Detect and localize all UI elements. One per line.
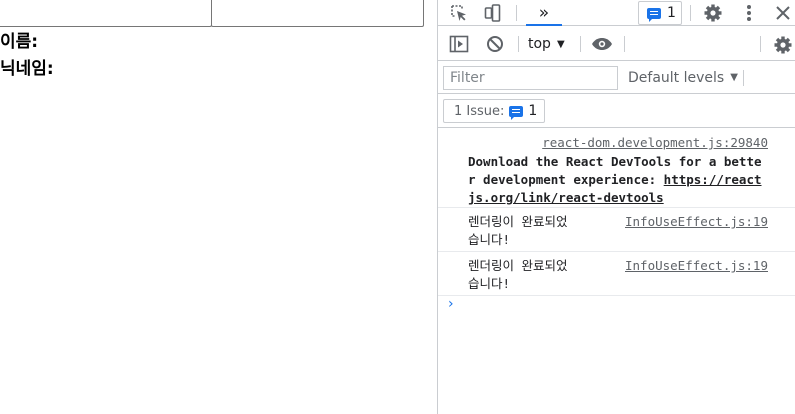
toolbar-divider — [518, 36, 519, 52]
console-prompt[interactable]: › — [448, 296, 454, 312]
message-source-link[interactable]: InfoUseEffect.js:19 — [625, 257, 768, 275]
message-icon — [647, 7, 661, 22]
caret-down-icon: ▼ — [730, 72, 738, 83]
clear-console-icon[interactable] — [484, 34, 506, 54]
console-settings-gear-icon[interactable] — [772, 34, 794, 56]
message-text-line: 렌더링이 완료되었 — [468, 258, 568, 273]
issues-count: 1 — [528, 103, 538, 119]
device-toolbar-icon[interactable] — [481, 3, 503, 23]
console-message: 렌더링이 완료되었 InfoUseEffect.js:19 습니다! — [438, 252, 795, 296]
toolbar-divider — [690, 5, 691, 21]
close-icon[interactable] — [772, 2, 794, 24]
console-message: react-dom.development.js:29840 Download … — [438, 128, 795, 208]
context-label: top — [528, 36, 551, 52]
active-tab-indicator — [526, 24, 562, 26]
more-options-icon[interactable] — [738, 2, 760, 24]
default-levels-label: Default levels — [628, 69, 725, 86]
message-text-line: 습니다! — [468, 276, 511, 291]
context-selector[interactable]: top ▼ — [528, 27, 565, 61]
name-input[interactable] — [0, 0, 212, 27]
inspect-element-icon[interactable] — [448, 3, 470, 23]
toolbar-divider — [624, 36, 625, 52]
issues-button[interactable]: 1 Issue: 1 — [443, 99, 545, 123]
more-tabs-button[interactable]: » — [526, 0, 562, 26]
nickname-label: 닉네임: — [0, 59, 54, 79]
nickname-input[interactable] — [211, 0, 424, 27]
name-label: 이름: — [0, 32, 39, 52]
filter-bar: Default levels ▼ — [438, 61, 795, 94]
message-icon — [509, 105, 524, 120]
message-text: Download the React DevTools for a better… — [468, 153, 768, 207]
console-messages: react-dom.development.js:29840 Download … — [438, 128, 795, 296]
app-page: 이름: 닉네임: — [0, 0, 437, 414]
toolbar-divider — [516, 5, 517, 21]
issues-bar: 1 Issue: 1 — [438, 94, 795, 128]
sidebar-toggle-icon[interactable] — [448, 34, 470, 54]
toolbar-divider — [743, 70, 744, 86]
issues-badge-count: 1 — [667, 5, 676, 21]
settings-gear-icon[interactable] — [702, 2, 724, 24]
issues-badge-button[interactable]: 1 — [638, 1, 682, 25]
default-levels-dropdown[interactable]: Default levels ▼ — [628, 61, 738, 94]
issues-label: 1 Issue: — [454, 103, 505, 119]
devtools-main-toolbar: » 1 — [438, 0, 795, 26]
toolbar-divider — [580, 36, 581, 52]
console-message: 렌더링이 완료되었 InfoUseEffect.js:19 습니다! — [438, 208, 795, 252]
message-source-link[interactable]: react-dom.development.js:29840 — [542, 135, 768, 150]
message-source-link[interactable]: InfoUseEffect.js:19 — [625, 213, 768, 231]
caret-down-icon: ▼ — [556, 38, 565, 50]
console-toolbar: top ▼ — [438, 27, 795, 61]
toolbar-divider — [760, 36, 761, 52]
message-text-line: 습니다! — [468, 232, 511, 247]
live-expression-eye-icon[interactable] — [590, 34, 614, 54]
message-text-line: 렌더링이 완료되었 — [468, 214, 568, 229]
devtools-panel: » 1 top ▼ Filter Default levels ▼ 1 Issu… — [437, 0, 795, 414]
filter-input[interactable] — [443, 66, 618, 90]
